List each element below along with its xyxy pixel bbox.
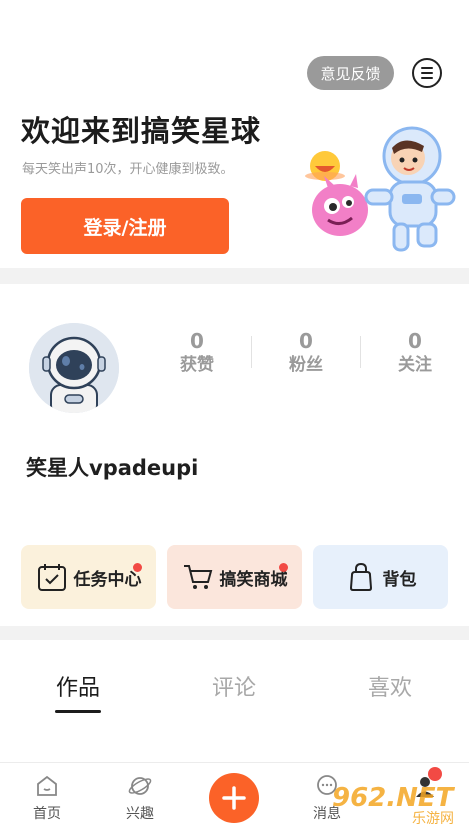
tab-comments[interactable]: 评论 — [184, 670, 284, 702]
tab-likes[interactable]: 喜欢 — [340, 670, 440, 702]
stat-following-value: 0 — [408, 329, 422, 353]
section-divider — [0, 268, 469, 284]
stat-following-label: 关注 — [398, 355, 432, 375]
stat-likes-value: 0 — [190, 329, 204, 353]
stat-following[interactable]: 0 关注 — [361, 329, 469, 377]
feedback-button[interactable]: 意见反馈 — [307, 56, 394, 90]
hero-section: 意见反馈 欢迎来到搞笑星球 每天笑出声10次，开心健康到极致。 登录/注册 — [0, 0, 469, 268]
plus-icon — [222, 786, 246, 810]
notification-badge — [133, 563, 142, 572]
mall-label: 搞笑商城 — [219, 569, 288, 590]
tab-works[interactable]: 作品 — [28, 670, 128, 702]
publish-button[interactable] — [209, 773, 259, 823]
welcome-subtitle: 每天笑出声10次，开心健康到极致。 — [22, 162, 234, 177]
section-divider — [0, 626, 469, 640]
planet-icon — [128, 777, 152, 795]
nav-interest[interactable]: 兴趣 — [105, 773, 175, 823]
astronaut-mascot-illustration — [305, 126, 456, 252]
nav-interest-label: 兴趣 — [126, 806, 154, 822]
stat-fans-label: 粉丝 — [289, 355, 323, 375]
welcome-title: 欢迎来到搞笑星球 — [21, 114, 262, 148]
notification-dot — [428, 767, 442, 781]
avatar[interactable] — [29, 323, 119, 413]
astronaut-avatar-icon — [29, 323, 119, 413]
backpack-button[interactable]: 背包 — [313, 545, 448, 609]
watermark-subtext: 乐游网 — [412, 811, 454, 827]
calendar-check-icon — [37, 564, 66, 591]
login-register-button[interactable]: 登录/注册 — [21, 198, 229, 254]
backpack-icon — [349, 562, 372, 591]
content-tabs: 作品 评论 喜欢 — [0, 640, 469, 760]
mall-button[interactable]: 搞笑商城 — [167, 545, 302, 609]
stat-fans-value: 0 — [299, 329, 313, 353]
stat-likes-label: 获赞 — [180, 355, 214, 375]
stat-likes[interactable]: 0 获赞 — [143, 329, 251, 377]
nav-home-label: 首页 — [33, 806, 61, 822]
active-tab-indicator — [55, 710, 101, 713]
nav-home[interactable]: 首页 — [12, 773, 82, 823]
username: 笑星人vpadeupi — [26, 456, 199, 480]
cart-icon — [183, 565, 212, 589]
notification-badge — [279, 563, 288, 572]
stat-fans[interactable]: 0 粉丝 — [252, 329, 360, 377]
task-center-label: 任务中心 — [73, 569, 142, 590]
home-icon — [37, 775, 57, 796]
backpack-label: 背包 — [382, 569, 417, 590]
task-center-button[interactable]: 任务中心 — [21, 545, 156, 609]
menu-icon[interactable] — [412, 58, 442, 88]
